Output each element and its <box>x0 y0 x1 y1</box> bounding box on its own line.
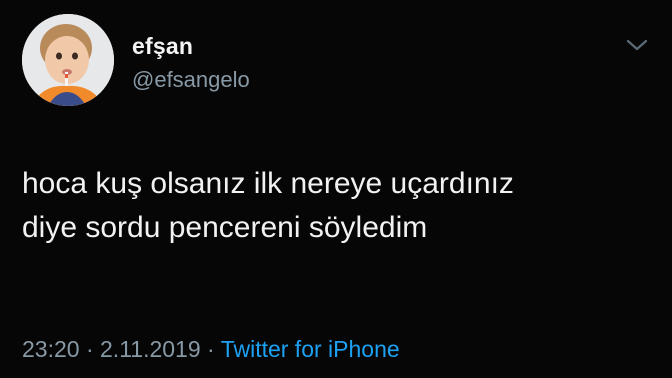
meta-separator: · <box>85 336 94 362</box>
tweet-time[interactable]: 23:20 <box>22 336 80 362</box>
user-handle[interactable]: @efsangelo <box>132 67 250 93</box>
avatar[interactable] <box>22 14 114 106</box>
tweet-text: hoca kuş olsanız ilk nereye uçardınız di… <box>22 162 652 250</box>
tweet-meta: 23:20 · 2.11.2019 · Twitter for iPhone <box>22 336 400 363</box>
tweet-date[interactable]: 2.11.2019 <box>100 336 201 362</box>
chevron-down-icon[interactable] <box>626 38 648 52</box>
display-name[interactable]: efşan <box>132 33 193 60</box>
tweet-text-line: diye sordu pencereni söyledim <box>22 211 428 244</box>
avatar-image <box>22 14 114 106</box>
meta-separator: · <box>207 336 215 362</box>
tweet-text-line: hoca kuş olsanız ilk nereye uçardınız <box>22 167 514 200</box>
tweet-source-link[interactable]: Twitter for iPhone <box>221 336 400 362</box>
tweet-card: efşan @efsangelo hoca kuş olsanız ilk ne… <box>0 0 672 378</box>
